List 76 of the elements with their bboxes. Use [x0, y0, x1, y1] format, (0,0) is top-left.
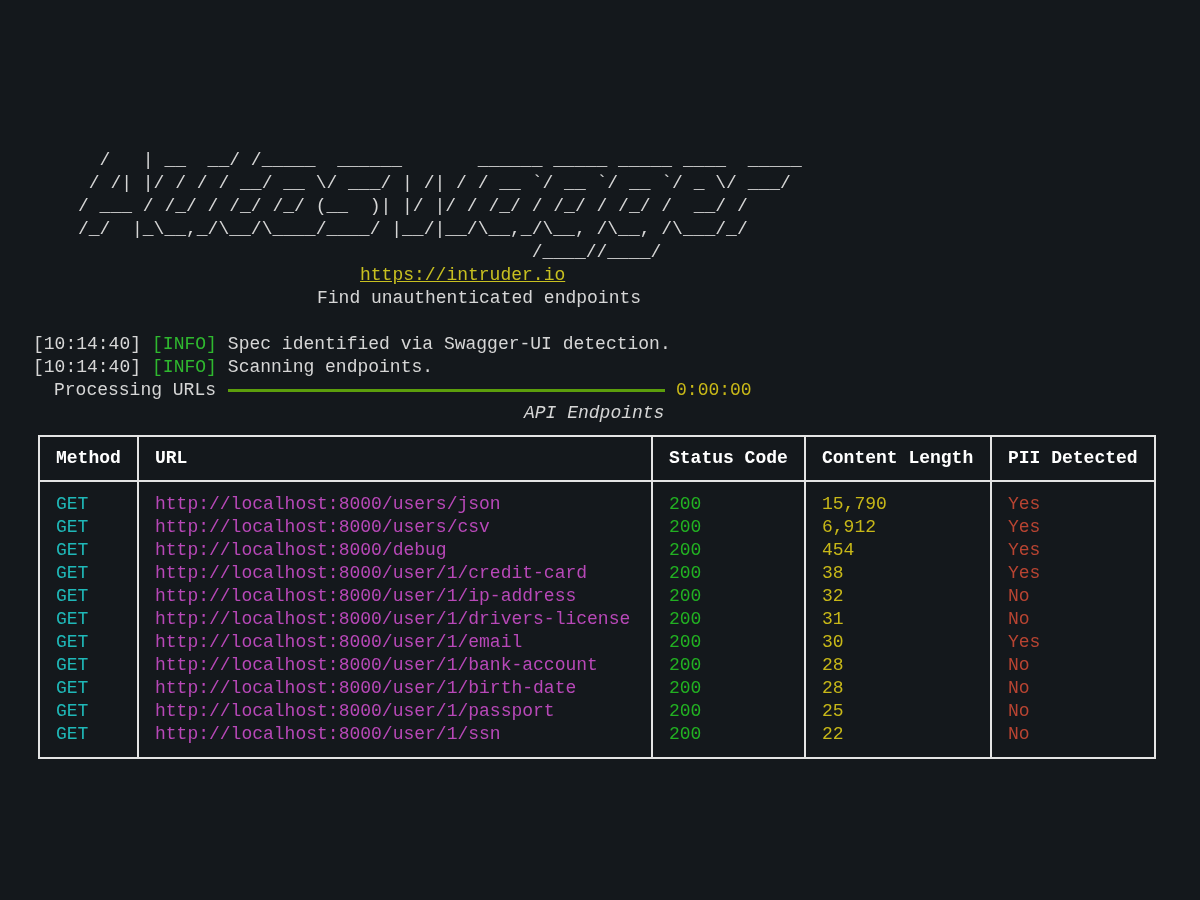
pii-cell: Yes — [991, 539, 1155, 562]
content-length-cell: 454 — [805, 539, 991, 562]
url-cell: http://localhost:8000/user/1/passport — [138, 700, 652, 723]
method-cell: GET — [39, 700, 138, 723]
url-cell: http://localhost:8000/user/1/email — [138, 631, 652, 654]
url-cell: http://localhost:8000/user/1/drivers-license — [138, 608, 652, 631]
ascii-art-line: /____//____/ — [530, 241, 662, 264]
method-cell: GET — [39, 677, 138, 700]
log-timestamp: [10:14:40] — [33, 356, 142, 379]
content-length-cell: 25 — [805, 700, 991, 723]
log-message: Spec identified via Swagger-UI detection. — [227, 333, 671, 356]
method-cell: GET — [39, 585, 138, 608]
url-cell: http://localhost:8000/user/1/ssn — [138, 723, 652, 758]
status-code-cell: 200 — [652, 631, 805, 654]
content-length-cell: 30 — [805, 631, 991, 654]
method-cell: GET — [39, 539, 138, 562]
status-code-cell: 200 — [652, 700, 805, 723]
log-message: Scanning endpoints. — [227, 356, 434, 379]
status-code-cell: 200 — [652, 539, 805, 562]
url-cell: http://localhost:8000/user/1/bank-account — [138, 654, 652, 677]
method-cell: GET — [39, 723, 138, 758]
log-level: [INFO] — [152, 333, 217, 356]
method-cell: GET — [39, 608, 138, 631]
pii-cell: Yes — [991, 631, 1155, 654]
pii-cell: Yes — [991, 481, 1155, 516]
method-cell: GET — [39, 631, 138, 654]
pii-cell: Yes — [991, 562, 1155, 585]
content-length-cell: 15,790 — [805, 481, 991, 516]
pii-cell: Yes — [991, 516, 1155, 539]
url-cell: http://localhost:8000/user/1/ip-address — [138, 585, 652, 608]
column-header: PII Detected — [991, 436, 1155, 481]
status-code-cell: 200 — [652, 723, 805, 758]
ascii-art-line: / ___ / /_/ / /_/ /_/ (__ )| |/ |/ / /_/ / /_/ / /_/ / __/ / — [78, 195, 748, 218]
table-title: API Endpoints — [524, 403, 665, 423]
progress-label: Processing URLs — [54, 379, 217, 402]
method-cell: GET — [39, 481, 138, 516]
elapsed-time: 0:00:00 — [676, 379, 752, 402]
status-code-cell: 200 — [652, 585, 805, 608]
log-level: [INFO] — [152, 356, 217, 379]
url-cell: http://localhost:8000/user/1/credit-card — [138, 562, 652, 585]
pii-cell: No — [991, 723, 1155, 758]
pii-cell: No — [991, 654, 1155, 677]
website-link[interactable]: https://intruder.io — [360, 265, 566, 285]
pii-cell: No — [991, 608, 1155, 631]
url-cell: http://localhost:8000/user/1/birth-date — [138, 677, 652, 700]
method-cell: GET — [39, 654, 138, 677]
column-header: Content Length — [805, 436, 991, 481]
ascii-art-line: /_/ |_\__,_/\__/\____/____/ |__/|__/\__,_/\__, /\__, /\___/_/ — [78, 218, 748, 241]
content-length-cell: 22 — [805, 723, 991, 758]
content-length-cell: 28 — [805, 677, 991, 700]
status-code-cell: 200 — [652, 608, 805, 631]
ascii-art-line: / /| |/ / / / __/ __ \/ ___/ | /| / / __ `/ __ `/ __ `/ _ \/ ___/ — [87, 172, 791, 195]
content-length-cell: 32 — [805, 585, 991, 608]
column-header: Status Code — [652, 436, 805, 481]
column-header: URL — [138, 436, 652, 481]
content-length-cell: 31 — [805, 608, 991, 631]
pii-cell: No — [991, 700, 1155, 723]
url-cell: http://localhost:8000/debug — [138, 539, 652, 562]
tagline-text: Find unauthenticated endpoints — [317, 288, 642, 308]
status-code-cell: 200 — [652, 516, 805, 539]
content-length-cell: 6,912 — [805, 516, 991, 539]
column-header: Method — [39, 436, 138, 481]
status-code-cell: 200 — [652, 481, 805, 516]
status-code-cell: 200 — [652, 562, 805, 585]
status-code-cell: 200 — [652, 677, 805, 700]
method-cell: GET — [39, 562, 138, 585]
pii-cell: No — [991, 585, 1155, 608]
log-timestamp: [10:14:40] — [33, 333, 142, 356]
url-cell: http://localhost:8000/users/json — [138, 481, 652, 516]
status-code-cell: 200 — [652, 654, 805, 677]
method-cell: GET — [39, 516, 138, 539]
ascii-art-line: / | __ __/ /_____ ______ ______ _____ _____ ____ _____ — [98, 149, 802, 172]
pii-cell: No — [991, 677, 1155, 700]
content-length-cell: 28 — [805, 654, 991, 677]
content-length-cell: 38 — [805, 562, 991, 585]
url-cell: http://localhost:8000/users/csv — [138, 516, 652, 539]
